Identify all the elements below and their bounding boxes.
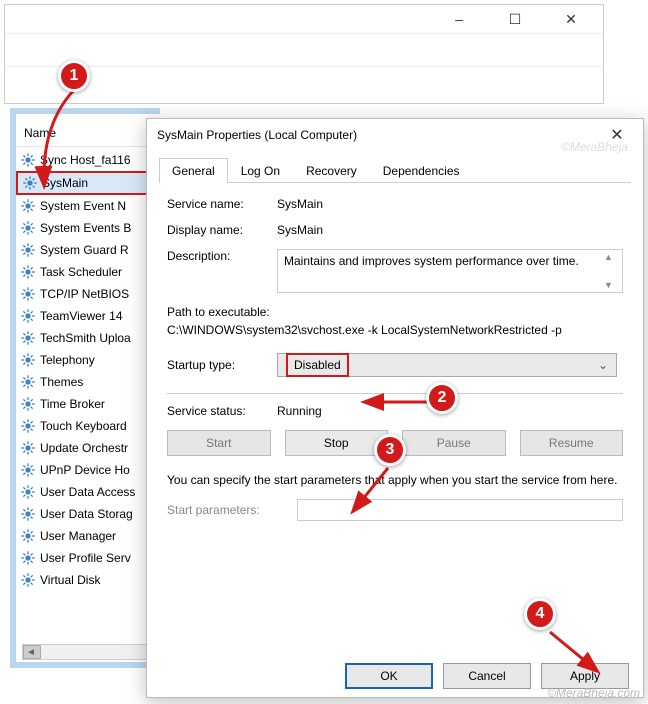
- gear-icon: [20, 396, 36, 412]
- services-window: – ☐ ✕: [4, 4, 604, 104]
- scroll-up-icon[interactable]: ▲: [604, 252, 620, 262]
- cancel-button[interactable]: Cancel: [443, 663, 531, 689]
- gear-icon: [20, 308, 36, 324]
- gear-icon: [20, 242, 36, 258]
- resume-button: Resume: [520, 430, 624, 456]
- service-row-themes[interactable]: Themes: [16, 371, 160, 393]
- annotation-badge-4: 4: [524, 598, 556, 630]
- service-row-user-data-storag[interactable]: User Data Storag: [16, 503, 160, 525]
- gear-icon: [20, 440, 36, 456]
- value-path: C:\WINDOWS\system32\svchost.exe -k Local…: [167, 323, 623, 337]
- service-row-user-data-access[interactable]: User Data Access: [16, 481, 160, 503]
- service-name: Telephony: [40, 353, 95, 367]
- gear-icon: [20, 506, 36, 522]
- service-name: Touch Keyboard: [40, 419, 127, 433]
- gear-icon: [20, 418, 36, 434]
- gear-icon: [20, 286, 36, 302]
- tab-recovery[interactable]: Recovery: [293, 158, 370, 183]
- service-row-task-scheduler[interactable]: Task Scheduler: [16, 261, 160, 283]
- maximize-button[interactable]: ☐: [501, 11, 529, 28]
- label-start-params: Start parameters:: [167, 503, 297, 517]
- gear-icon: [20, 528, 36, 544]
- service-row-time-broker[interactable]: Time Broker: [16, 393, 160, 415]
- service-row-user-profile-serv[interactable]: User Profile Serv: [16, 547, 160, 569]
- gear-icon: [20, 352, 36, 368]
- label-path: Path to executable:: [167, 305, 623, 319]
- startup-type-combo[interactable]: Disabled ⌄: [277, 353, 617, 377]
- stop-button[interactable]: Stop: [285, 430, 389, 456]
- gear-icon: [20, 572, 36, 588]
- service-name: Update Orchestr: [40, 441, 128, 455]
- gear-icon: [20, 550, 36, 566]
- service-row-tcp-ip-netbios[interactable]: TCP/IP NetBIOS: [16, 283, 160, 305]
- watermark-faint: ©MeraBheja: [561, 140, 628, 154]
- service-name: TeamViewer 14: [40, 309, 123, 323]
- service-name: Task Scheduler: [40, 265, 122, 279]
- chevron-down-icon: ⌄: [598, 358, 608, 372]
- label-display-name: Display name:: [167, 223, 277, 237]
- annotation-arrow-3: [346, 462, 406, 522]
- service-name: User Data Access: [40, 485, 135, 499]
- service-name: User Data Storag: [40, 507, 133, 521]
- service-row-touch-keyboard[interactable]: Touch Keyboard: [16, 415, 160, 437]
- label-description: Description:: [167, 249, 277, 293]
- label-service-status: Service status:: [167, 404, 277, 418]
- close-button[interactable]: ✕: [557, 11, 585, 28]
- service-name: Themes: [40, 375, 83, 389]
- service-name: System Event N: [40, 199, 126, 213]
- gear-icon: [20, 330, 36, 346]
- service-name: TechSmith Uploa: [40, 331, 131, 345]
- startup-type-value: Disabled: [286, 353, 349, 377]
- toolbar: [5, 33, 603, 67]
- service-row-teamviewer-14[interactable]: TeamViewer 14: [16, 305, 160, 327]
- service-row-virtual-disk[interactable]: Virtual Disk: [16, 569, 160, 591]
- titlebar: – ☐ ✕: [5, 5, 603, 33]
- service-row-telephony[interactable]: Telephony: [16, 349, 160, 371]
- service-row-system-guard-r[interactable]: System Guard R: [16, 239, 160, 261]
- service-name: User Profile Serv: [40, 551, 131, 565]
- scroll-left-icon[interactable]: ◄: [23, 647, 39, 658]
- service-name: UPnP Device Ho: [40, 463, 130, 477]
- gear-icon: [20, 484, 36, 500]
- gear-icon: [20, 264, 36, 280]
- label-startup-type: Startup type:: [167, 358, 277, 372]
- start-button: Start: [167, 430, 271, 456]
- description-box[interactable]: Maintains and improves system performanc…: [277, 249, 623, 293]
- value-description: Maintains and improves system performanc…: [284, 254, 579, 268]
- dialog-title: SysMain Properties (Local Computer): [157, 128, 357, 142]
- watermark: ©MeraBheja.com: [547, 686, 640, 700]
- service-row-update-orchestr[interactable]: Update Orchestr: [16, 437, 160, 459]
- service-row-system-event-n[interactable]: System Event N: [16, 195, 160, 217]
- minimize-button[interactable]: –: [445, 11, 473, 27]
- gear-icon: [20, 374, 36, 390]
- horizontal-scrollbar[interactable]: ◄: [22, 644, 162, 660]
- service-name: User Manager: [40, 529, 116, 543]
- label-service-name: Service name:: [167, 197, 277, 211]
- tab-general[interactable]: General: [159, 158, 228, 183]
- service-row-system-events-b[interactable]: System Events B: [16, 217, 160, 239]
- ok-button[interactable]: OK: [345, 663, 433, 689]
- annotation-arrow-1: [32, 84, 92, 194]
- service-name: System Events B: [40, 221, 131, 235]
- pause-button: Pause: [402, 430, 506, 456]
- annotation-badge-1: 1: [58, 60, 90, 92]
- gear-icon: [20, 462, 36, 478]
- tab-log-on[interactable]: Log On: [228, 158, 293, 183]
- annotation-arrow-4: [544, 626, 614, 682]
- service-name: Time Broker: [40, 397, 105, 411]
- scroll-down-icon[interactable]: ▼: [604, 280, 620, 290]
- value-service-name: SysMain: [277, 197, 623, 211]
- gear-icon: [20, 220, 36, 236]
- service-row-techsmith-uploa[interactable]: TechSmith Uploa: [16, 327, 160, 349]
- service-name: System Guard R: [40, 243, 129, 257]
- tab-dependencies[interactable]: Dependencies: [370, 158, 473, 183]
- value-display-name: SysMain: [277, 223, 623, 237]
- service-name: Virtual Disk: [40, 573, 100, 587]
- annotation-badge-2: 2: [426, 382, 458, 414]
- service-name: TCP/IP NetBIOS: [40, 287, 129, 301]
- service-row-upnp-device-ho[interactable]: UPnP Device Ho: [16, 459, 160, 481]
- annotation-badge-3: 3: [374, 434, 406, 466]
- service-row-user-manager[interactable]: User Manager: [16, 525, 160, 547]
- gear-icon: [20, 198, 36, 214]
